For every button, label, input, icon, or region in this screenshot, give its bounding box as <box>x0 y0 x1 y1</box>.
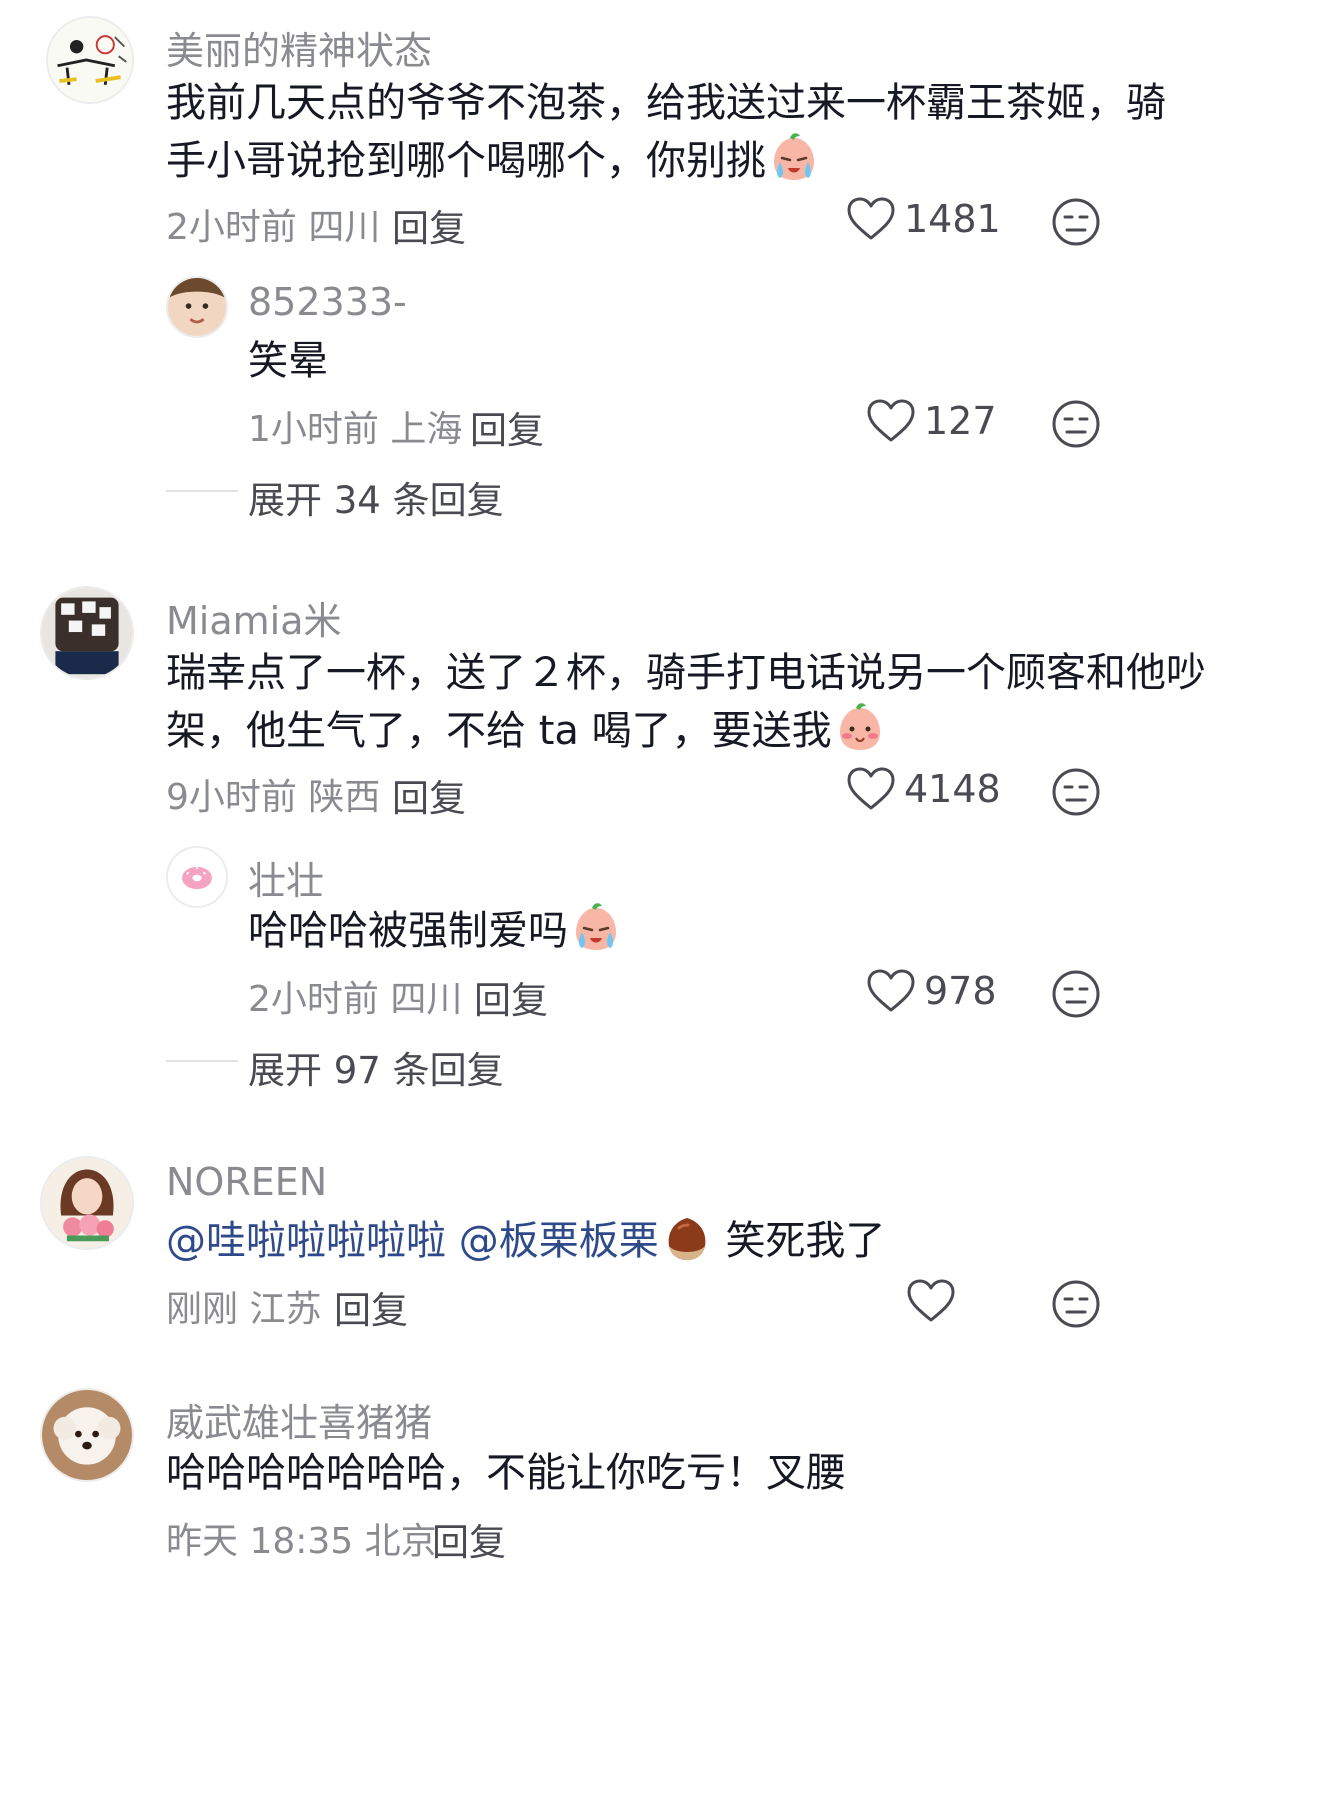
comment-text: 我前几天点的爷爷不泡茶，给我送过来一杯霸王茶姬，骑 <box>166 70 1166 137</box>
heart-icon <box>867 969 915 1012</box>
avatar[interactable] <box>46 16 134 104</box>
heart-icon <box>867 399 915 442</box>
comment-meta: 昨天 18:35 北京 <box>166 1512 437 1564</box>
comment-time: 2小时前 <box>166 207 297 248</box>
reply-text: 笑晕 <box>248 338 328 384</box>
iced-coffee-avatar-icon <box>42 588 132 678</box>
comment-text: @哇啦啦啦啦啦 @板栗板栗 笑死我了 <box>166 1208 885 1275</box>
neutral-face-icon <box>1052 970 1100 1018</box>
dislike-button[interactable] <box>1050 196 1102 248</box>
reply-username[interactable]: 壮壮 <box>248 850 324 905</box>
dislike-button[interactable] <box>1050 398 1102 450</box>
reply-meta: 1小时前 上海 <box>248 400 462 452</box>
comment-text-line: 我前几天点的爷爷不泡茶，给我送过来一杯霸王茶姬，骑 <box>166 80 1166 126</box>
comment-meta: 2小时前 四川 <box>166 198 380 250</box>
avatar[interactable] <box>40 586 134 680</box>
reply-text-line: 哈哈哈被强制爱吗 <box>248 908 568 954</box>
dislike-button[interactable] <box>1050 968 1102 1020</box>
comment-location: 江苏 <box>249 1289 322 1330</box>
comment-text-line: 哈哈哈哈哈哈哈，不能让你吃亏！叉腰 <box>166 1450 846 1496</box>
comment-username[interactable]: 美丽的精神状态 <box>166 20 432 75</box>
comment-text-line: 架，他生气了，不给 ta 喝了，要送我 <box>166 708 832 754</box>
puppy-avatar-icon <box>42 1390 132 1480</box>
reply-button[interactable]: 回复 <box>470 400 544 454</box>
comment-text-line: 手小哥说抢到哪个喝哪个，你别挑 <box>166 138 766 184</box>
comment-location: 北京 <box>364 1521 437 1562</box>
like-count: 4148 <box>904 767 1001 811</box>
reply-location: 上海 <box>390 409 463 450</box>
donut-avatar-icon <box>168 848 226 906</box>
like-button[interactable]: 127 <box>866 398 997 444</box>
like-count: 978 <box>924 969 997 1013</box>
reply-username[interactable]: 852333- <box>248 280 407 324</box>
heart-icon <box>907 1279 955 1322</box>
comment-time: 昨天 18:35 <box>166 1521 354 1562</box>
comment-username[interactable]: 威武雄壮喜猪猪 <box>166 1392 432 1447</box>
neutral-face-icon <box>1052 768 1100 816</box>
like-button[interactable] <box>906 1278 956 1324</box>
avatar[interactable] <box>166 846 228 908</box>
crying-face-icon <box>570 902 622 954</box>
like-count: 127 <box>924 399 997 443</box>
reply-text: 哈哈哈被强制爱吗 <box>248 898 622 965</box>
comment-location: 陕西 <box>308 777 381 818</box>
comment-text: 哈哈哈哈哈哈哈，不能让你吃亏！叉腰 <box>166 1440 846 1507</box>
comment-username[interactable]: NOREEN <box>166 1160 327 1204</box>
bottom-fade <box>0 1778 1320 1818</box>
doodle-avatar-icon <box>48 18 132 102</box>
divider <box>166 490 238 492</box>
neutral-face-icon <box>1052 198 1100 246</box>
neutral-face-icon <box>1052 1280 1100 1328</box>
comment-text: 架，他生气了，不给 ta 喝了，要送我 <box>166 698 886 765</box>
expand-replies-button[interactable]: 展开 97 条回复 <box>248 1040 504 1094</box>
reply-time: 2小时前 <box>248 979 379 1020</box>
comment-meta: 9小时前 陕西 <box>166 768 380 820</box>
comment-time: 9小时前 <box>166 777 297 818</box>
divider <box>166 1060 238 1062</box>
chestnut-icon <box>661 1212 713 1264</box>
like-button[interactable]: 1481 <box>846 196 1001 242</box>
heart-icon <box>847 197 895 240</box>
reply-button[interactable]: 回复 <box>334 1280 408 1334</box>
comment-text-line: 瑞幸点了一杯，送了２杯，骑手打电话说另一个顾客和他吵 <box>166 650 1206 696</box>
boy-face-avatar-icon <box>168 278 226 336</box>
reply-button[interactable]: 回复 <box>474 970 548 1024</box>
avatar[interactable] <box>166 276 228 338</box>
comment-username[interactable]: Miamia米 <box>166 590 342 645</box>
like-count: 1481 <box>904 197 1001 241</box>
dislike-button[interactable] <box>1050 1278 1102 1330</box>
comment-meta: 刚刚 江苏 <box>166 1280 321 1332</box>
crying-face-icon <box>768 132 820 184</box>
mention-link[interactable]: @板栗板栗 <box>459 1218 659 1264</box>
reply-button[interactable]: 回复 <box>392 768 466 822</box>
comment-text-line: 笑死我了 <box>725 1218 886 1264</box>
mention-link[interactable]: @哇啦啦啦啦啦 <box>166 1218 446 1264</box>
comment-text: 瑞幸点了一杯，送了２杯，骑手打电话说另一个顾客和他吵 <box>166 640 1206 707</box>
reply-meta: 2小时前 四川 <box>248 970 462 1022</box>
reply-location: 四川 <box>390 979 463 1020</box>
neutral-face-icon <box>1052 400 1100 448</box>
avatar[interactable] <box>40 1156 134 1250</box>
expand-replies-button[interactable]: 展开 34 条回复 <box>248 470 504 524</box>
comment-location: 四川 <box>308 207 381 248</box>
blushing-face-icon <box>834 702 886 754</box>
reply-button[interactable]: 回复 <box>392 198 466 252</box>
girl-with-flowers-avatar-icon <box>42 1158 132 1248</box>
avatar[interactable] <box>40 1388 134 1482</box>
comment-time: 刚刚 <box>166 1289 239 1330</box>
reply-button[interactable]: 回复 <box>432 1512 506 1566</box>
comment-text: 手小哥说抢到哪个喝哪个，你别挑 <box>166 128 820 195</box>
heart-icon <box>847 767 895 810</box>
dislike-button[interactable] <box>1050 766 1102 818</box>
like-button[interactable]: 978 <box>866 968 997 1014</box>
reply-time: 1小时前 <box>248 409 379 450</box>
like-button[interactable]: 4148 <box>846 766 1001 812</box>
